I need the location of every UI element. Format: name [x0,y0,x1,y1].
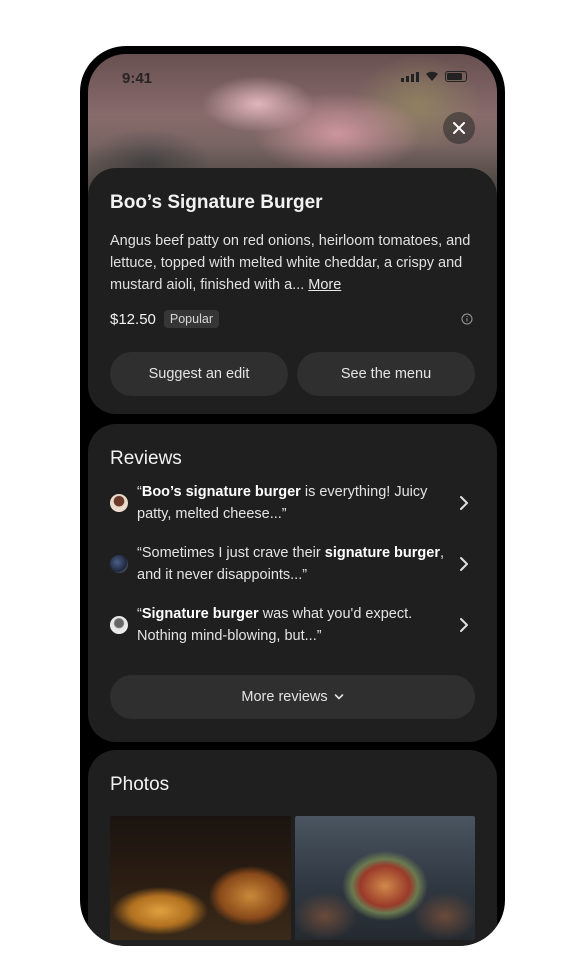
status-time: 9:41 [122,70,153,87]
photos-card: Photos [88,750,497,946]
photos-title: Photos [110,774,170,795]
review-item[interactable]: “Boo’s signature burger is everything! J… [110,472,475,533]
info-icon[interactable] [461,313,473,325]
cellular-signal-icon [401,72,419,82]
more-reviews-label: More reviews [241,689,328,705]
battery-icon [445,71,467,82]
close-icon [453,122,465,134]
close-button[interactable] [443,112,475,144]
review-text-start: “Sometimes I just crave their [137,544,325,561]
reviews-title: Reviews [110,448,182,469]
review-text: “Boo’s signature burger is everything! J… [137,481,445,525]
popular-badge: Popular [163,310,219,328]
wifi-icon [426,71,438,81]
item-description-text: Angus beef patty on red onions, heirloom… [110,233,471,293]
reviews-card: Reviews “Boo’s signature burger is every… [88,424,497,742]
review-highlight: Boo’s signature burger [141,483,301,500]
reviewer-avatar [110,493,128,512]
see-menu-button[interactable]: See the menu [297,352,475,396]
review-item[interactable]: “Sometimes I just crave their signature … [110,533,475,594]
more-reviews-button[interactable]: More reviews [110,675,475,719]
action-buttons: Suggest an edit See the menu [110,352,475,396]
review-text: “Signature burger was what you'd expect.… [137,603,445,647]
item-card: Boo’s Signature Burger Angus beef patty … [88,168,497,414]
reviewer-avatar [110,554,128,573]
review-highlight: signature burger [324,544,440,561]
chevron-right-icon [453,495,475,511]
reviewer-avatar [110,615,128,634]
chevron-right-icon [453,617,475,633]
review-item[interactable]: “Signature burger was what you'd expect.… [110,594,475,655]
photo-strip [110,816,475,940]
chevron-right-icon [453,556,475,572]
item-title: Boo’s Signature Burger [110,192,323,213]
photo-burger-in-hands[interactable] [294,816,475,940]
suggest-edit-button[interactable]: Suggest an edit [110,352,288,396]
review-text: “Sometimes I just crave their signature … [137,542,445,586]
review-highlight: Signature burger [141,605,259,622]
chevron-down-icon [334,694,343,700]
photo-burger-fries[interactable] [110,816,291,940]
more-link[interactable]: More [308,277,341,293]
item-description: Angus beef patty on red onions, heirloom… [110,230,475,296]
item-price: $12.50 [110,310,156,328]
phone-screen: 9:41 Boo’s Signature Burger Angus beef p… [80,46,505,946]
status-icons [401,70,467,82]
price-row: $12.50 Popular [110,308,475,330]
